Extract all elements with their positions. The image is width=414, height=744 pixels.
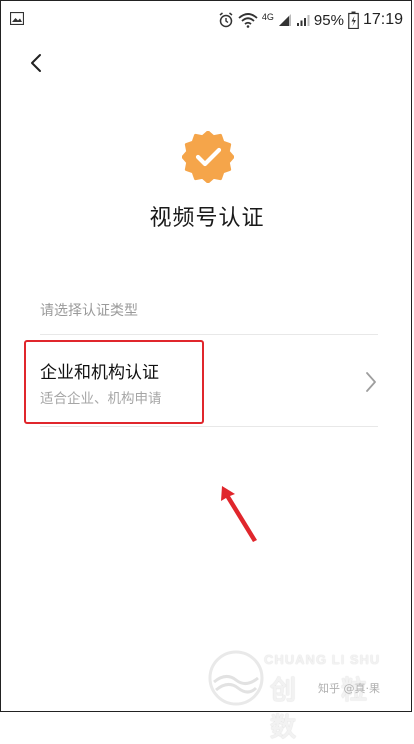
annotation-arrow-icon — [221, 486, 257, 542]
divider — [40, 426, 378, 427]
watermark-english: CHUANG LI SHU — [264, 652, 381, 667]
watermark: CHUANG LI SHU 创 粒 数 知乎 @真·果 — [206, 648, 408, 743]
watermark-logo-icon — [208, 650, 264, 706]
status-bar: 4G 95% 17:19 — [1, 1, 413, 39]
enterprise-verification-option[interactable]: 企业和机构认证 适合企业、机构申请 — [24, 337, 384, 425]
network-type-label: 4G — [261, 12, 274, 22]
battery-percent: 95% — [313, 11, 344, 29]
divider — [40, 334, 378, 335]
chevron-left-icon — [31, 54, 41, 72]
page-title: 视频号认证 — [149, 206, 265, 231]
wifi-icon — [238, 13, 258, 28]
verified-badge-icon — [182, 131, 234, 183]
chevron-right-icon — [366, 372, 376, 392]
back-button[interactable] — [22, 49, 50, 77]
alarm-icon — [219, 12, 233, 28]
cellular-signal-2-icon — [296, 15, 310, 26]
section-label: 请选择认证类型 — [40, 303, 138, 319]
highlight-annotation-box — [24, 340, 204, 424]
gallery-notification-icon — [10, 12, 24, 25]
clock: 17:19 — [362, 11, 403, 28]
cellular-signal-icon — [278, 14, 291, 26]
watermark-handle: 知乎 @真·果 — [318, 682, 380, 695]
battery-icon — [348, 11, 359, 29]
